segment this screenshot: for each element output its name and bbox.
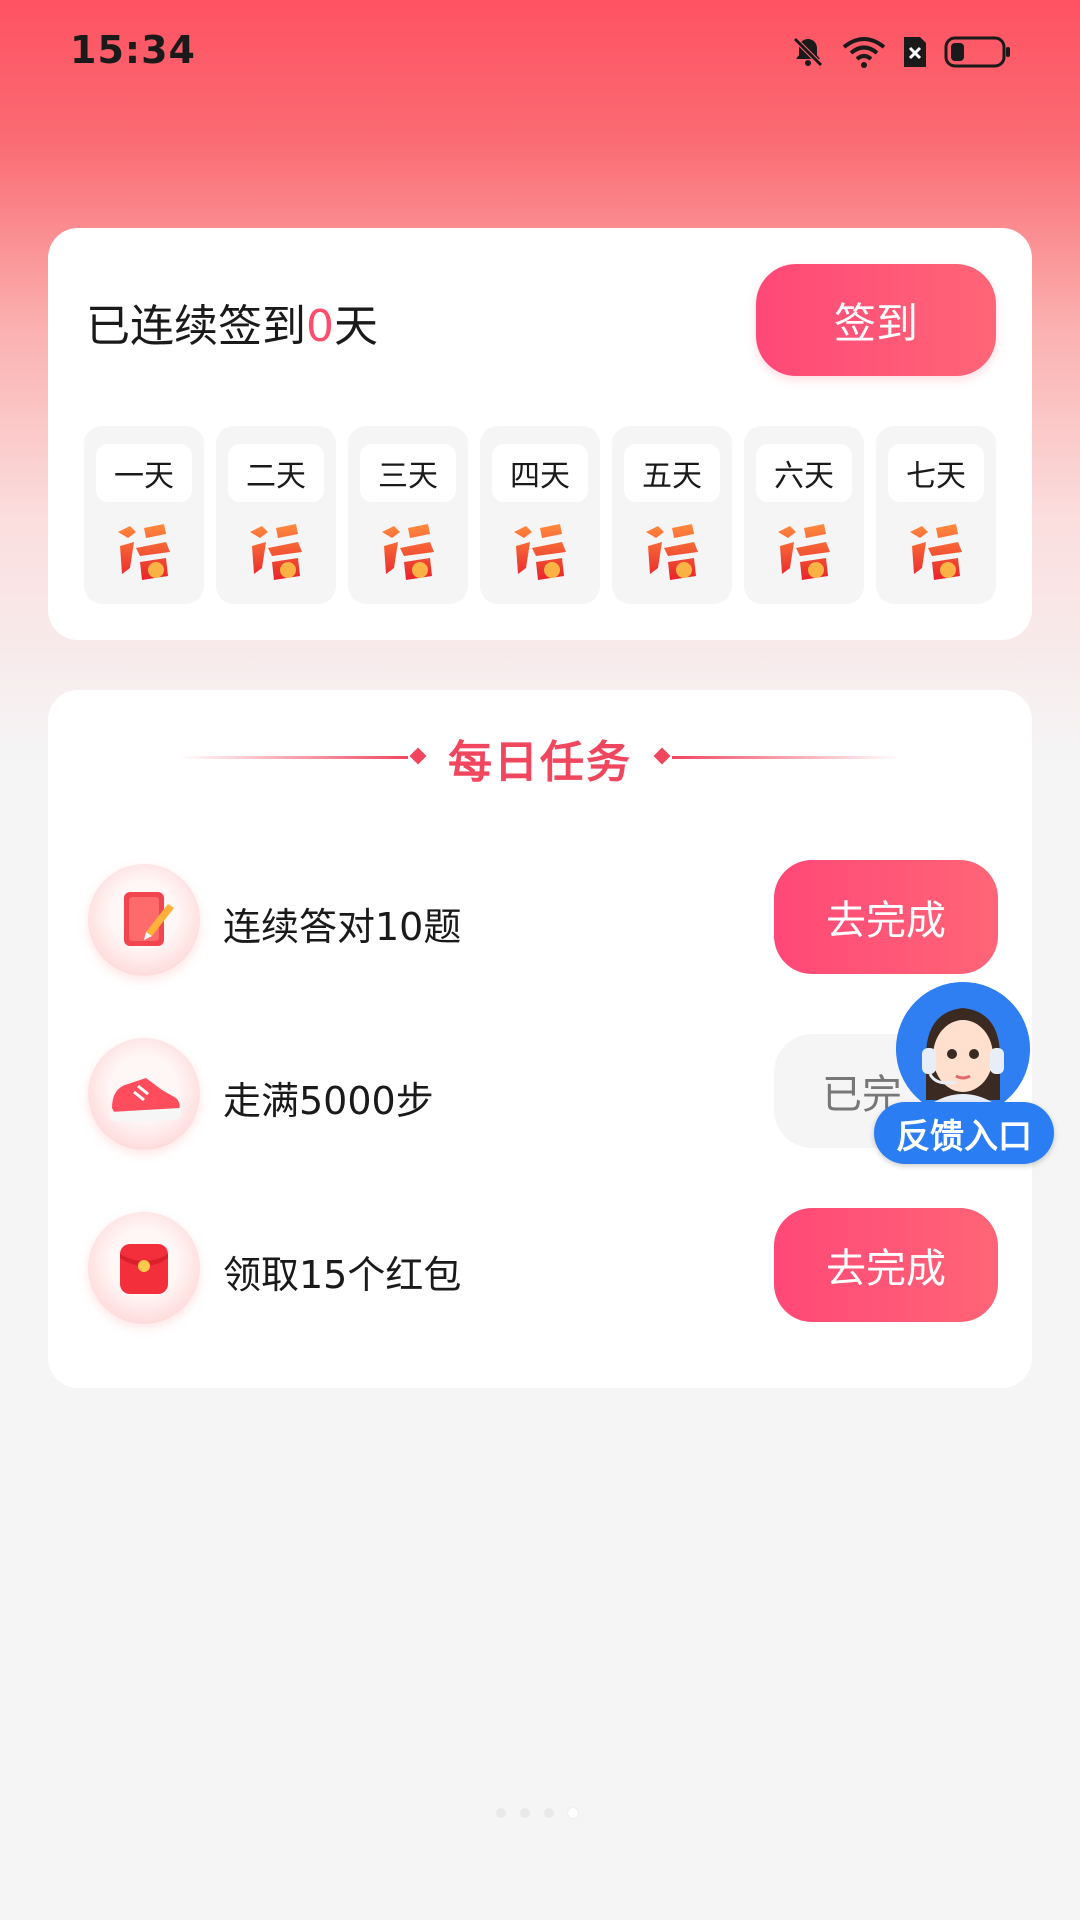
fu-icon bbox=[382, 524, 434, 580]
day-label: 一天 bbox=[96, 444, 192, 502]
checkin-days-row: 一天 二天 三天 四天 五天 六天 七天 bbox=[84, 426, 996, 604]
bell-muted-icon bbox=[793, 37, 823, 67]
feedback-entry[interactable]: 反馈入口 bbox=[874, 982, 1054, 1166]
page-dot bbox=[496, 1808, 506, 1818]
page-dot-active bbox=[568, 1808, 578, 1818]
fu-icon bbox=[250, 524, 302, 580]
task-row-2: 走满5000步 已完 bbox=[88, 1034, 998, 1154]
checkin-days-count: 0 bbox=[306, 301, 334, 352]
day-item-3: 三天 bbox=[348, 426, 468, 604]
day-label: 三天 bbox=[360, 444, 456, 502]
day-item-5: 五天 bbox=[612, 426, 732, 604]
day-label: 五天 bbox=[624, 444, 720, 502]
page-dot bbox=[544, 1808, 554, 1818]
fu-icon bbox=[778, 524, 830, 580]
tasks-title-wrap: 每日任务 bbox=[180, 722, 900, 792]
feedback-label[interactable]: 反馈入口 bbox=[874, 1102, 1054, 1164]
checkin-prefix: 已连续签到 bbox=[86, 301, 306, 352]
task-label: 连续答对10题 bbox=[223, 905, 462, 949]
task-go-complete-button[interactable]: 去完成 bbox=[774, 860, 998, 974]
day-label: 四天 bbox=[492, 444, 588, 502]
day-item-1: 一天 bbox=[84, 426, 204, 604]
task-label: 走满5000步 bbox=[223, 1079, 434, 1123]
checkin-streak-text: 已连续签到0天 bbox=[86, 290, 378, 354]
fu-icon bbox=[514, 524, 566, 580]
status-time: 15:34 bbox=[70, 28, 196, 72]
notebook-icon bbox=[88, 864, 200, 976]
sneaker-icon bbox=[88, 1038, 200, 1150]
task-go-complete-button[interactable]: 去完成 bbox=[774, 1208, 998, 1322]
day-item-7: 七天 bbox=[876, 426, 996, 604]
day-item-6: 六天 bbox=[744, 426, 864, 604]
day-label: 六天 bbox=[756, 444, 852, 502]
wifi-icon bbox=[842, 37, 886, 68]
page-indicator bbox=[496, 1808, 586, 1822]
red-envelope-icon bbox=[88, 1212, 200, 1324]
title-divider-right bbox=[672, 756, 900, 759]
task-label: 领取15个红包 bbox=[223, 1253, 462, 1297]
fu-icon bbox=[910, 524, 962, 580]
fu-icon bbox=[646, 524, 698, 580]
day-label: 七天 bbox=[888, 444, 984, 502]
day-item-2: 二天 bbox=[216, 426, 336, 604]
day-item-4: 四天 bbox=[480, 426, 600, 604]
checkin-button[interactable]: 签到 bbox=[756, 264, 996, 376]
battery-icon bbox=[944, 36, 1010, 68]
page-dot bbox=[520, 1808, 530, 1818]
support-avatar-icon[interactable] bbox=[896, 982, 1030, 1116]
status-icons bbox=[790, 34, 1012, 70]
task-row-1: 连续答对10题 去完成 bbox=[88, 860, 998, 980]
task-row-3: 领取15个红包 去完成 bbox=[88, 1208, 998, 1328]
status-bar: 15:34 bbox=[0, 0, 1080, 110]
sim-icon bbox=[904, 37, 926, 67]
fu-icon bbox=[118, 524, 170, 580]
checkin-suffix: 天 bbox=[334, 301, 378, 352]
day-label: 二天 bbox=[228, 444, 324, 502]
